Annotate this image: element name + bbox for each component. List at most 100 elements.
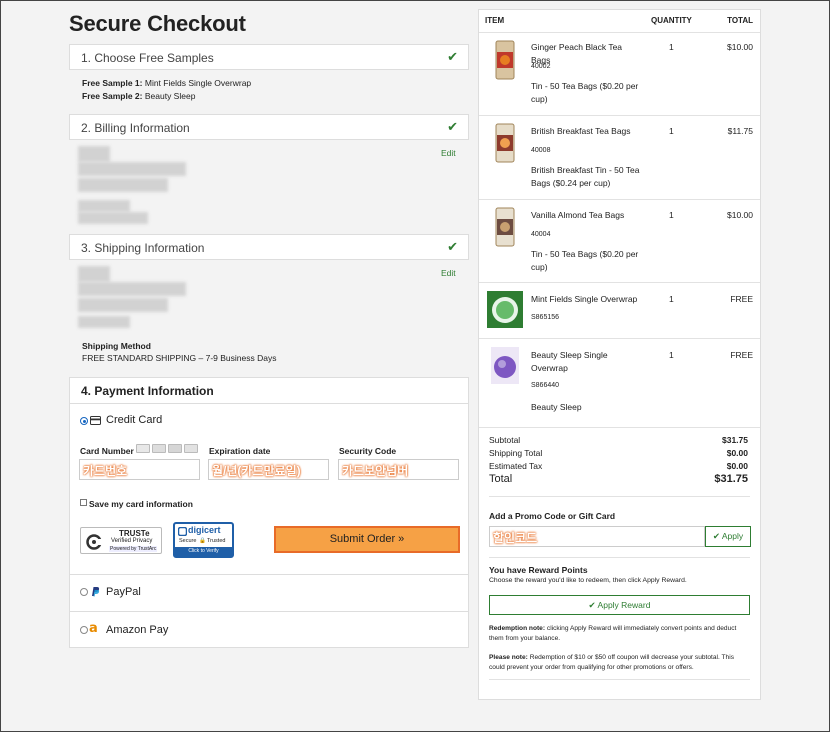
visa-icon — [136, 444, 150, 453]
promo-label: Add a Promo Code or Gift Card — [489, 511, 616, 521]
amazon-pay-label[interactable]: Amazon Pay — [106, 624, 168, 636]
item-sku: 40002 — [531, 63, 551, 70]
apply-reward-button[interactable]: ✔ Apply Reward — [489, 595, 750, 615]
digicert-trusted: Trusted — [207, 538, 226, 544]
step-label: 2. Billing Information — [81, 121, 190, 135]
divider — [70, 574, 468, 575]
digicert-title: digicert — [188, 525, 221, 535]
tax-label: Estimated Tax — [489, 461, 543, 471]
digicert-badge[interactable]: digicert Secure 🔒 Trusted Click to Verif… — [173, 522, 234, 558]
item-description: British Breakfast Tin - 50 Tea Bags ($0.… — [531, 165, 640, 188]
reward-subtitle: Choose the reward you'd like to redeem, … — [489, 577, 687, 584]
item-quantity: 1 — [669, 294, 674, 304]
credit-card-icon — [90, 416, 101, 425]
item-name: British Breakfast Tea Bags — [531, 126, 631, 136]
card-number-label: Card Number — [80, 446, 134, 456]
reward-title: You have Reward Points — [489, 565, 588, 575]
divider — [489, 679, 750, 680]
divider — [479, 199, 760, 200]
divider — [479, 32, 760, 33]
subtotal-label: Subtotal — [489, 435, 521, 445]
paypal-icon — [92, 587, 100, 597]
subtotal-value: $31.75 — [722, 435, 748, 445]
step-choose-samples[interactable]: 1. Choose Free Samples ✔ — [69, 44, 469, 70]
divider — [479, 115, 760, 116]
item-quantity: 1 — [669, 350, 674, 360]
divider — [489, 557, 750, 558]
item-description: Beauty Sleep — [531, 402, 582, 412]
shipping-edit-link[interactable]: Edit — [441, 268, 456, 278]
item-total: $10.00 — [727, 210, 753, 220]
item-total: $11.75 — [727, 126, 753, 136]
shipping-method-value: FREE STANDARD SHIPPING – 7-9 Business Da… — [82, 353, 277, 363]
product-overwrap-image — [487, 291, 523, 328]
header-item: ITEM — [485, 16, 505, 25]
order-summary-panel: ITEM QUANTITY TOTAL Ginger Peach Black T… — [478, 9, 761, 700]
checkmark-icon: ✔ — [447, 119, 458, 134]
card-number-input[interactable]: 카드번호 — [79, 459, 200, 480]
step-shipping[interactable]: 3. Shipping Information ✔ — [69, 234, 469, 260]
truste-title: TRUSTe — [119, 529, 150, 538]
step-label: 3. Shipping Information — [81, 241, 205, 255]
header-quantity: QUANTITY — [651, 16, 692, 25]
divider — [70, 403, 468, 404]
item-total: FREE — [730, 294, 753, 304]
amazon-icon: a — [89, 621, 98, 636]
product-overwrap-image — [491, 347, 519, 384]
tax-value: $0.00 — [726, 461, 748, 471]
item-sku: 40008 — [531, 147, 551, 154]
billing-edit-link[interactable]: Edit — [441, 148, 456, 158]
item-name: Mint Fields Single Overwrap — [531, 294, 638, 304]
item-total: FREE — [730, 350, 753, 360]
credit-card-radio[interactable] — [80, 417, 88, 425]
item-sku: S866440 — [531, 382, 560, 389]
payment-heading: 4. Payment Information — [81, 384, 214, 398]
truste-logo-icon — [86, 534, 102, 550]
security-code-label: Security Code — [339, 446, 397, 456]
credit-card-label[interactable]: Credit Card — [106, 414, 162, 426]
amazon-pay-radio[interactable] — [80, 626, 88, 634]
shipping-method-label: Shipping Method — [82, 341, 151, 351]
total-value: $31.75 — [714, 473, 748, 485]
checkmark-icon: ✔ — [588, 600, 596, 610]
product-tin-image — [495, 40, 515, 80]
item-sku: 40004 — [531, 231, 551, 238]
checkmark-icon: ✔ — [447, 49, 458, 64]
shipping-total-label: Shipping Total — [489, 448, 543, 458]
promo-apply-button[interactable]: ✔ Apply — [705, 526, 751, 547]
item-name: Beauty Sleep Single Overwrap — [531, 350, 608, 373]
product-tin-image — [495, 207, 515, 247]
truste-powered: Powered by TrustArc — [109, 546, 158, 552]
divider — [479, 338, 760, 339]
save-card-checkbox[interactable] — [80, 499, 87, 506]
shipping-total-value: $0.00 — [726, 448, 748, 458]
truste-badge[interactable]: TRUSTe Verified Privacy Powered by Trust… — [80, 527, 162, 554]
item-description: Tin - 50 Tea Bags ($0.20 per cup) — [531, 81, 639, 104]
divider — [70, 611, 468, 612]
item-quantity: 1 — [669, 210, 674, 220]
divider — [489, 496, 750, 497]
mastercard-icon — [152, 444, 166, 453]
paypal-label[interactable]: PayPal — [106, 586, 141, 598]
digicert-secure: Secure — [179, 538, 197, 544]
expiration-input[interactable]: 월/년(카드만료일) — [208, 459, 329, 480]
item-total: $10.00 — [727, 42, 753, 52]
submit-order-button[interactable]: Submit Order » — [274, 526, 460, 553]
item-quantity: 1 — [669, 126, 674, 136]
total-label: Total — [489, 473, 513, 485]
digicert-logo-icon — [178, 527, 187, 536]
expiration-label: Expiration date — [209, 446, 271, 456]
truste-subtitle: Verified Privacy — [111, 538, 153, 544]
checkmark-icon: ✔ — [712, 531, 720, 541]
item-name: Vanilla Almond Tea Bags — [531, 210, 625, 220]
step-label: 1. Choose Free Samples — [81, 51, 214, 65]
promo-code-input[interactable]: 할인코드 — [489, 526, 705, 547]
discover-icon — [184, 444, 198, 453]
item-quantity: 1 — [669, 42, 674, 52]
free-sample-2: Free Sample 2: Beauty Sleep — [82, 91, 196, 101]
product-tin-image — [495, 123, 515, 163]
step-billing[interactable]: 2. Billing Information ✔ — [69, 114, 469, 140]
security-code-input[interactable]: 카드보안넘버 — [338, 459, 459, 480]
paypal-radio[interactable] — [80, 588, 88, 596]
save-card-label[interactable]: Save my card information — [89, 499, 193, 509]
